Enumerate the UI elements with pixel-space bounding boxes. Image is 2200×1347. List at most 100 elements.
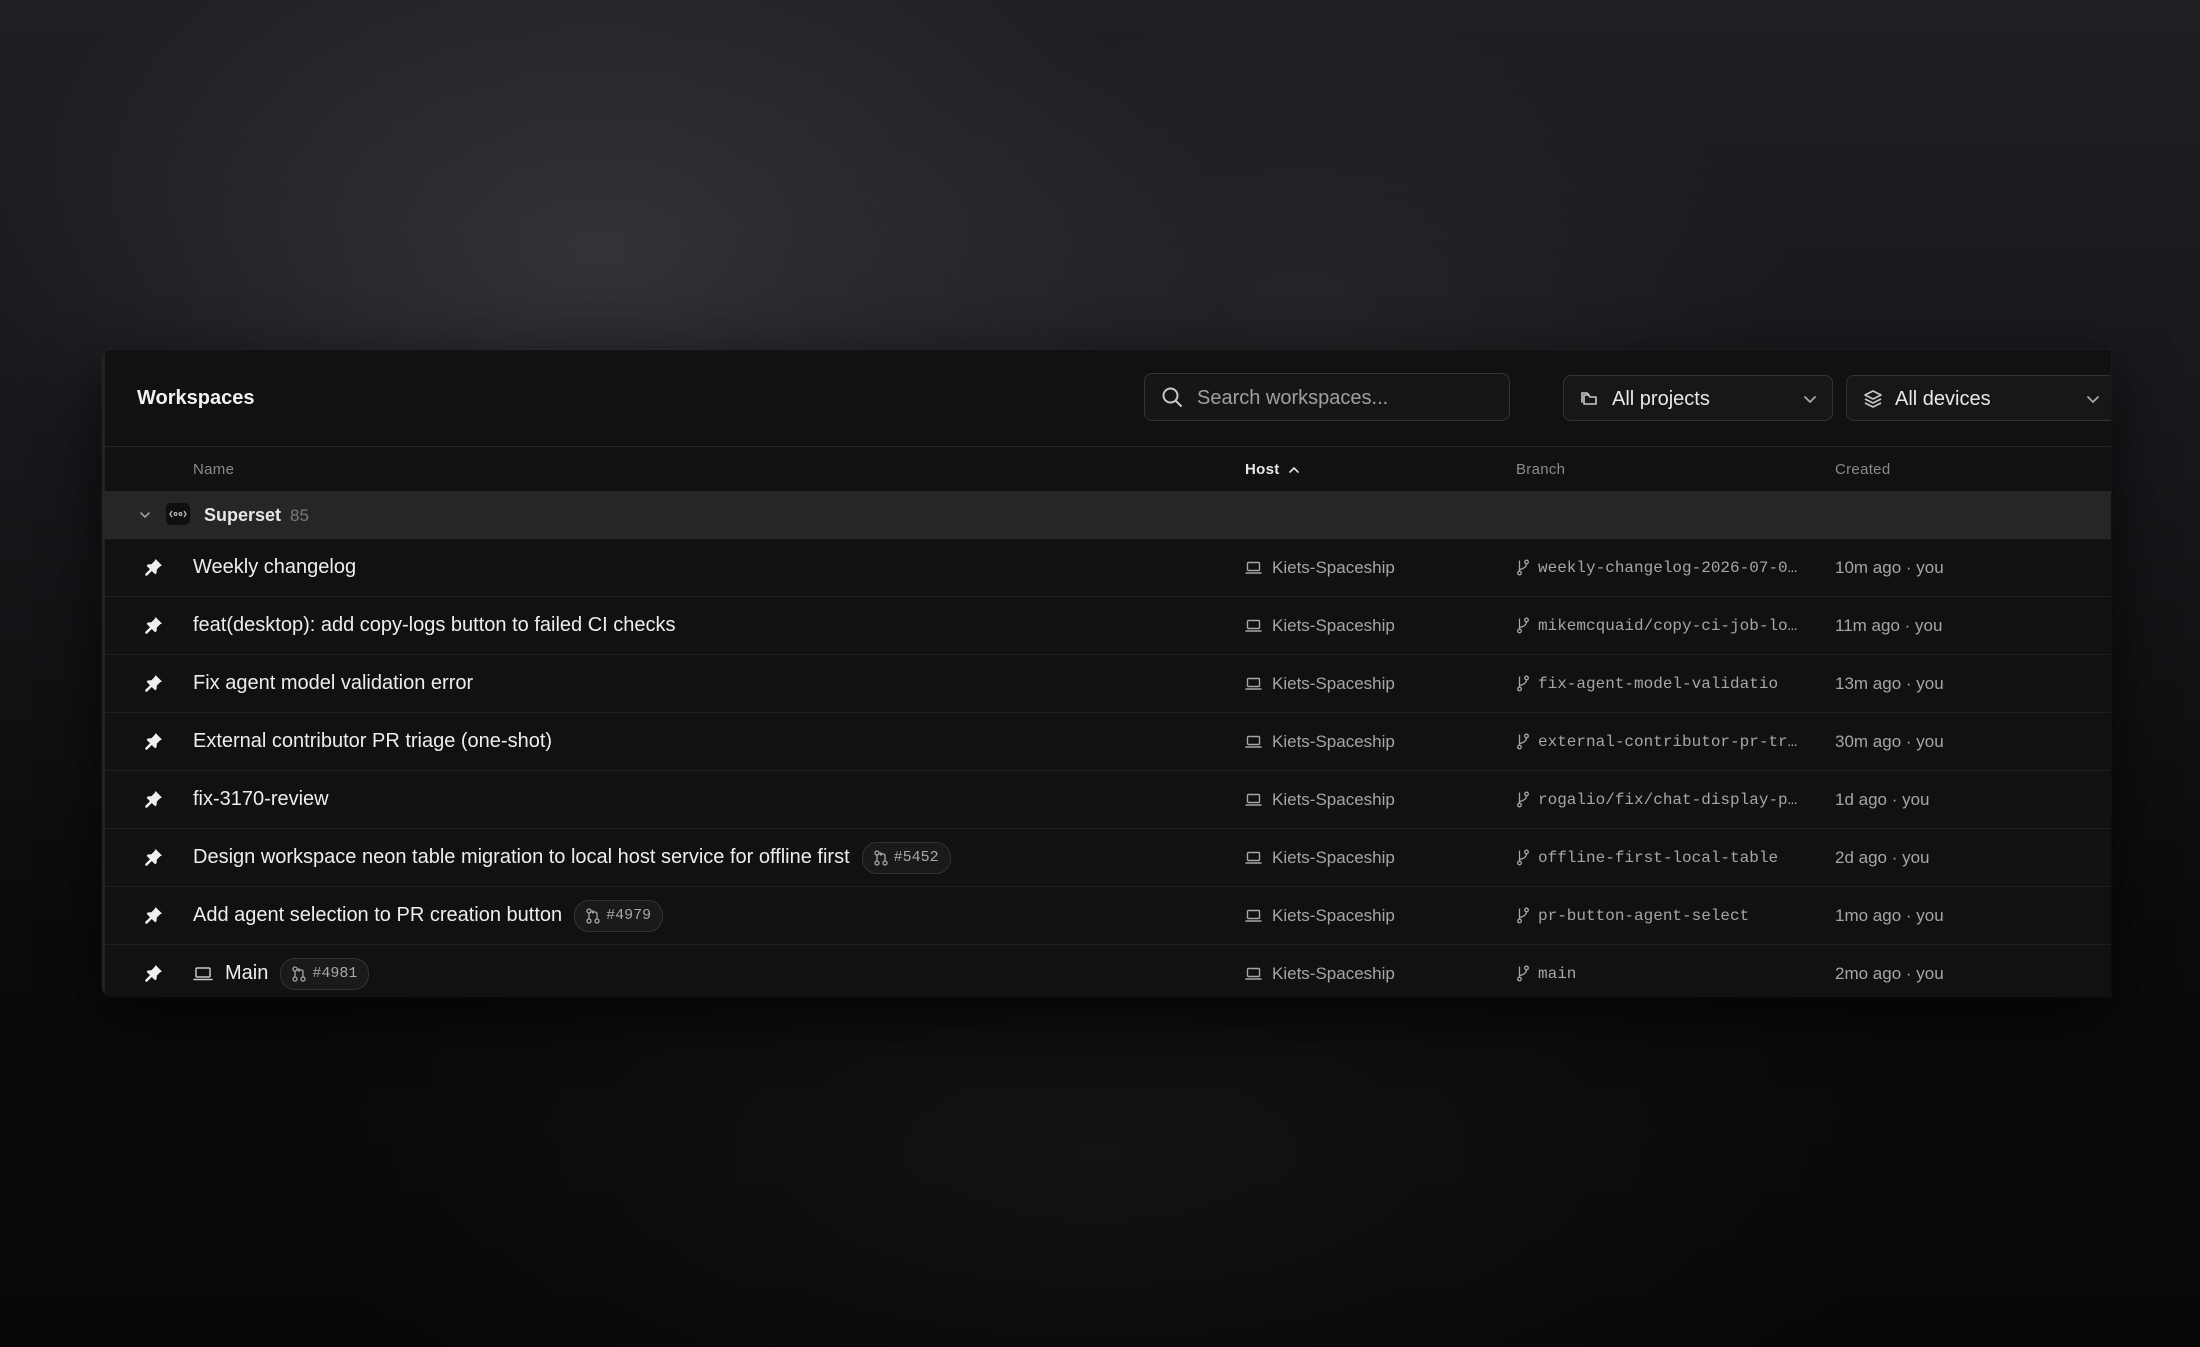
column-header-branch[interactable]: Branch xyxy=(1516,461,1565,478)
workspace-row[interactable]: Add agent selection to PR creation butto… xyxy=(102,887,2111,945)
workspace-name-cell: External contributor PR triage (one-shot… xyxy=(193,713,552,770)
workspace-name: Fix agent model validation error xyxy=(193,672,474,694)
branch-cell: external-contributor-pr-tri… xyxy=(1516,713,1803,770)
project-logo-icon xyxy=(166,503,190,525)
folder-icon xyxy=(1580,389,1600,409)
search-box[interactable] xyxy=(1144,373,1510,422)
git-branch-icon xyxy=(1516,559,1530,576)
pin-icon[interactable] xyxy=(144,847,164,867)
host-cell: Kiets-Spaceship xyxy=(1245,829,1395,886)
layers-icon xyxy=(1863,389,1883,409)
chevron-down-icon[interactable] xyxy=(138,508,152,522)
created-cell: 11m ago · you xyxy=(1835,615,1943,635)
chevron-down-icon xyxy=(1802,391,1818,407)
git-branch-icon xyxy=(1516,907,1530,924)
pin-icon[interactable] xyxy=(144,789,164,809)
pull-request-icon xyxy=(873,849,888,866)
workspace-name: External contributor PR triage (one-shot… xyxy=(193,730,553,752)
pull-request-number: #4981 xyxy=(312,965,358,982)
laptop-icon xyxy=(1245,851,1262,865)
pin-icon[interactable] xyxy=(144,963,164,983)
pull-request-icon xyxy=(586,907,600,924)
host-cell: Kiets-Spaceship xyxy=(1245,655,1395,712)
host-name: Kiets-Spaceship xyxy=(1272,963,1395,983)
workspace-name: Weekly changelog xyxy=(193,556,357,578)
column-header-host[interactable]: Host xyxy=(1245,461,1300,478)
branch-cell: mikemcquaid/copy-ci-job-logs xyxy=(1516,597,1803,654)
pull-request-badge[interactable]: #5452 xyxy=(861,841,951,874)
host-cell: Kiets-Spaceship xyxy=(1245,713,1395,770)
pull-request-badge[interactable]: #4981 xyxy=(280,957,370,990)
workspace-row[interactable]: Main #4981 Kiets-Spaceship main 2mo ago … xyxy=(102,945,2111,997)
workspace-name-cell: fix-3170-review xyxy=(193,771,329,828)
git-branch-icon xyxy=(1516,965,1530,982)
pull-request-icon xyxy=(292,965,307,982)
branch-cell: offline-first-local-table xyxy=(1516,829,1778,886)
branch-cell: fix-agent-model-validatio xyxy=(1516,655,1778,712)
pin-icon[interactable] xyxy=(144,557,164,577)
pin-icon[interactable] xyxy=(144,673,164,693)
column-header-name[interactable]: Name xyxy=(193,461,234,478)
branch-cell: weekly-changelog-2026-07-06… xyxy=(1516,539,1803,596)
workspace-row[interactable]: Fix agent model validation error Kiets-S… xyxy=(102,655,2111,713)
laptop-icon xyxy=(1245,677,1262,691)
devices-filter-dropdown[interactable]: All devices xyxy=(1846,375,2111,421)
branch-name: mikemcquaid/copy-ci-job-logs xyxy=(1538,616,1803,635)
pin-icon[interactable] xyxy=(144,905,164,925)
search-input[interactable] xyxy=(1195,374,1499,422)
branch-name: fix-agent-model-validatio xyxy=(1538,674,1779,693)
workspace-row[interactable]: fix-3170-review Kiets-Spaceship rogalio/… xyxy=(102,771,2111,829)
created-cell: 10m ago · you xyxy=(1835,557,1944,577)
host-cell: Kiets-Spaceship xyxy=(1245,597,1395,654)
workspace-name: Add agent selection to PR creation butto… xyxy=(193,904,563,926)
page-title: Workspaces xyxy=(137,387,255,409)
pull-request-number: #5452 xyxy=(893,849,939,866)
sort-ascending-icon xyxy=(1288,464,1300,476)
column-header-created[interactable]: Created xyxy=(1835,461,1890,478)
host-name: Kiets-Spaceship xyxy=(1272,673,1395,693)
workspace-row[interactable]: Design workspace neon table migration to… xyxy=(102,829,2111,887)
host-cell: Kiets-Spaceship xyxy=(1245,887,1395,944)
host-name: Kiets-Spaceship xyxy=(1272,731,1395,751)
laptop-icon xyxy=(193,966,213,982)
branch-name: pr-button-agent-select xyxy=(1538,906,1750,925)
devices-filter-label: All devices xyxy=(1895,388,1991,410)
laptop-icon xyxy=(1245,561,1262,575)
laptop-icon xyxy=(1245,735,1262,749)
workspace-row[interactable]: feat(desktop): add copy-logs button to f… xyxy=(102,597,2111,655)
pull-request-badge[interactable]: #4979 xyxy=(574,899,664,932)
branch-cell: rogalio/fix/chat-display-po… xyxy=(1516,771,1803,828)
branch-name: main xyxy=(1538,964,1577,983)
pin-icon[interactable] xyxy=(144,615,164,635)
created-cell: 1d ago · you xyxy=(1835,789,1930,809)
chevron-down-icon xyxy=(2085,391,2101,407)
git-branch-icon xyxy=(1516,617,1530,634)
git-branch-icon xyxy=(1516,791,1530,808)
workspace-name: feat(desktop): add copy-logs button to f… xyxy=(193,614,676,636)
workspace-name: Design workspace neon table migration to… xyxy=(193,846,850,868)
laptop-icon xyxy=(1245,619,1262,633)
workspace-name-cell: Weekly changelog xyxy=(193,539,356,596)
git-branch-icon xyxy=(1516,849,1530,866)
created-cell: 13m ago · you xyxy=(1835,673,1944,693)
panel-header: Workspaces All projects All devices xyxy=(102,350,2111,447)
column-header-host-label: Host xyxy=(1245,461,1280,478)
pin-icon[interactable] xyxy=(144,731,164,751)
group-name: Superset xyxy=(204,505,282,525)
group-header-superset[interactable]: Superset 85 xyxy=(102,492,2111,539)
created-cell: 1mo ago · you xyxy=(1835,905,1944,925)
workspace-name-cell: Fix agent model validation error xyxy=(193,655,473,712)
git-branch-icon xyxy=(1516,733,1530,750)
workspace-name-cell: feat(desktop): add copy-logs button to f… xyxy=(193,597,676,654)
branch-name: weekly-changelog-2026-07-06… xyxy=(1538,558,1803,577)
workspace-name: Main xyxy=(225,962,269,984)
workspace-row[interactable]: External contributor PR triage (one-shot… xyxy=(102,713,2111,771)
workspaces-panel: Workspaces All projects All devices xyxy=(102,350,2111,997)
git-branch-icon xyxy=(1516,675,1530,692)
workspace-row[interactable]: Weekly changelog Kiets-Spaceship weekly-… xyxy=(102,539,2111,597)
host-cell: Kiets-Spaceship xyxy=(1245,771,1395,828)
projects-filter-dropdown[interactable]: All projects xyxy=(1563,375,1833,421)
branch-name: rogalio/fix/chat-display-po… xyxy=(1538,790,1803,809)
host-name: Kiets-Spaceship xyxy=(1272,905,1395,925)
laptop-icon xyxy=(1245,793,1262,807)
